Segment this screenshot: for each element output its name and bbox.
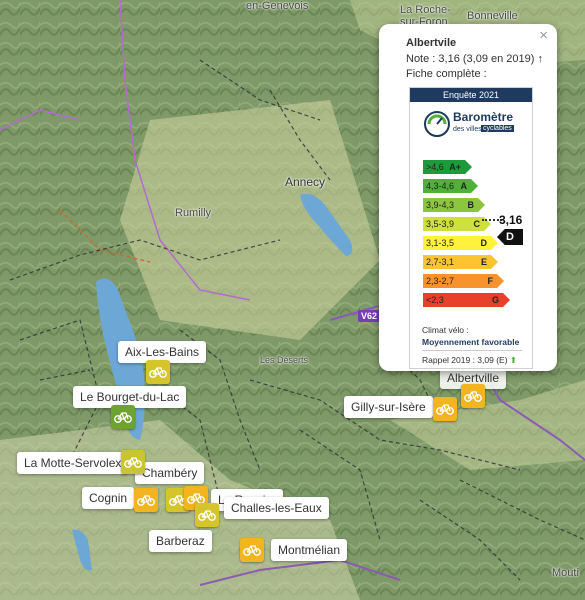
bicycle-icon <box>137 495 155 506</box>
grade-letter: D <box>480 238 488 248</box>
grade-bar-d: 3,1-3,5 D <box>423 236 498 250</box>
place-label: Rumilly <box>175 207 212 219</box>
grade-bar-b: 3,9-4,3 B <box>423 198 485 212</box>
bicycle-icon <box>436 404 454 415</box>
city-label-chambery[interactable]: Chambéry <box>135 462 205 484</box>
logo-sub: des villes <box>453 126 482 133</box>
place-label: Mouti <box>552 567 579 579</box>
road-shield: V62 <box>358 310 381 322</box>
bike-marker[interactable] <box>461 384 485 408</box>
city-label-barberaz[interactable]: Barberaz <box>149 530 212 552</box>
bicycle-icon <box>198 510 216 521</box>
city-popup: × Albertvile Note : 3,16 (3,09 en 2019) … <box>379 24 557 371</box>
bike-marker[interactable] <box>146 360 170 384</box>
place-label: La Roche- <box>400 4 451 16</box>
bicycle-icon <box>464 391 482 402</box>
grade-range: 4,3-4,6 <box>426 181 455 191</box>
place-label: Bonneville <box>467 10 518 22</box>
city-label-gilly-sur-isere[interactable]: Gilly-sur-Isère <box>344 396 433 418</box>
popup-title: Albertvile <box>406 37 457 49</box>
grade-bar-e: 2,7-3,1 E <box>423 255 498 269</box>
logo-word: Baromètre <box>453 110 514 124</box>
grade-letter: A+ <box>449 162 461 172</box>
bike-marker[interactable] <box>121 450 145 474</box>
bike-marker[interactable] <box>134 488 158 512</box>
barometre-card[interactable]: Enquête 2021 Baromètre des villes cyclab… <box>409 87 533 369</box>
place-label: Les Déserts <box>260 355 309 365</box>
grade-range: >4,6 <box>426 162 444 172</box>
grade-bar-a-plus: >4,6 A+ <box>423 160 472 174</box>
bike-marker[interactable] <box>195 503 219 527</box>
city-label-cognin[interactable]: Cognin <box>82 487 135 509</box>
grade-letter: C <box>473 219 481 229</box>
grade-range: <2,3 <box>426 295 444 305</box>
city-label-la-motte-servolex[interactable]: La Motte-Servolex <box>17 452 129 474</box>
grade-letter: E <box>480 257 487 267</box>
bike-marker[interactable] <box>111 405 135 429</box>
city-label-montmelian[interactable]: Montmélian <box>271 539 348 561</box>
bicycle-icon <box>114 412 132 423</box>
bicycle-icon <box>124 457 142 468</box>
logo-tag: cyclables <box>481 125 514 132</box>
barometre-header: Enquête 2021 <box>410 88 532 102</box>
bike-marker[interactable] <box>240 538 264 562</box>
popup-fiche: Fiche complète : <box>406 68 487 80</box>
grade-range: 3,5-3,9 <box>426 219 455 229</box>
grade-letter: F <box>487 276 494 286</box>
close-icon[interactable]: × <box>539 27 548 44</box>
barometre-logo: Baromètre des villes cyclables <box>423 108 523 144</box>
grade-range: 2,7-3,1 <box>426 257 455 267</box>
grade-range: 3,1-3,5 <box>426 238 455 248</box>
grade-letter: A <box>460 181 468 191</box>
popup-note: Note : 3,16 (3,09 en 2019) ↑ <box>406 53 543 65</box>
grade-bar-c: 3,5-3,9 C <box>423 217 491 231</box>
score-value: 3,16 <box>499 213 523 227</box>
grade-bar-a: 4,3-4,6 A <box>423 179 478 193</box>
bicycle-icon <box>149 367 167 378</box>
bicycle-icon <box>243 545 261 556</box>
place-label: en-Genevois <box>246 0 309 12</box>
bike-marker[interactable] <box>433 397 457 421</box>
grade-letter: B <box>467 200 475 210</box>
place-label: Annecy <box>285 175 326 189</box>
city-label-challes-les-eaux[interactable]: Challes-les-Eaux <box>224 497 329 519</box>
grade-bar-g: <2,3 G <box>423 293 510 307</box>
grade-range: 3,9-4,3 <box>426 200 455 210</box>
grade-bar-f: 2,3-2,7 F <box>423 274 504 288</box>
grade-letter: G <box>491 295 499 305</box>
map-view[interactable]: en-Genevois La Roche- sur-Foron Bonnevil… <box>0 0 585 600</box>
grade-range: 2,3-2,7 <box>426 276 455 286</box>
barometre-logo-icon <box>424 111 450 137</box>
